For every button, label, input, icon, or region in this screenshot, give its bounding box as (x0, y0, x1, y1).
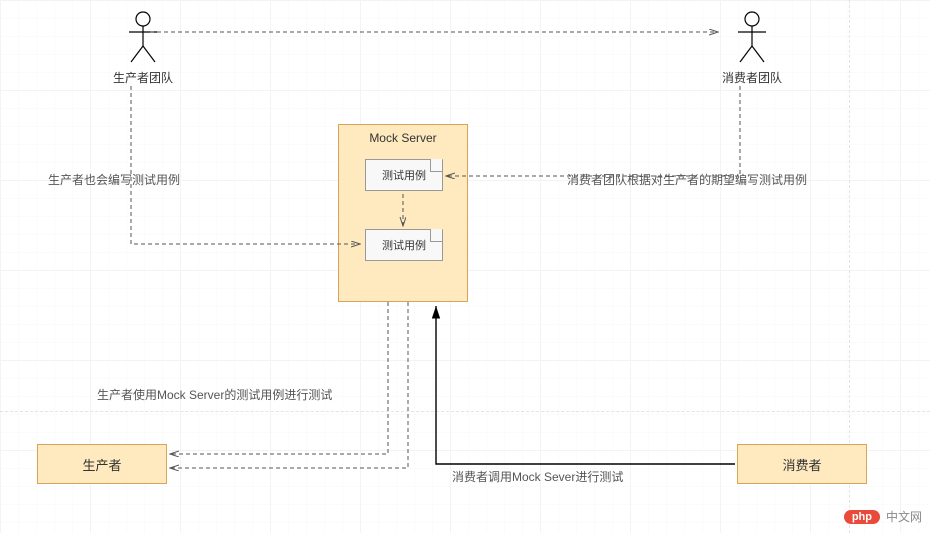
edge-mock-to-producer-1 (170, 302, 388, 454)
actor-consumer-team-label: 消费者团队 (722, 69, 782, 86)
mock-server-box: Mock Server 测试用例 测试用例 (338, 124, 468, 302)
edge-consumer-calls (436, 306, 735, 464)
edge-label-producer-writes: 生产者也会编写测试用例 (48, 171, 180, 188)
consumer-box: 消费者 (737, 444, 867, 484)
test-case-1: 测试用例 (365, 159, 443, 191)
edge-label-producer-tests: 生产者使用Mock Server的测试用例进行测试 (97, 386, 332, 403)
edge-consumer-writes (446, 86, 740, 176)
watermark-text: 中文网 (886, 508, 922, 525)
actor-producer-team: 生产者团队 (113, 10, 173, 86)
edge-label-consumer-calls: 消费者调用Mock Sever进行测试 (452, 468, 623, 485)
producer-label: 生产者 (82, 455, 121, 474)
actor-producer-team-label: 生产者团队 (113, 69, 173, 86)
test-case-2: 测试用例 (365, 229, 443, 261)
horizontal-guide (0, 411, 930, 412)
test-case-2-label: 测试用例 (382, 237, 426, 253)
edge-producer-writes (131, 86, 360, 244)
edge-label-consumer-writes: 消费者团队根据对生产者的期望编写测试用例 (567, 171, 807, 188)
test-case-1-label: 测试用例 (382, 167, 426, 183)
actor-icon (125, 10, 161, 65)
mock-server-title: Mock Server (339, 131, 467, 145)
actor-icon (734, 10, 770, 65)
watermark-badge: php (844, 510, 880, 524)
producer-box: 生产者 (37, 444, 167, 484)
edge-mock-to-producer-2 (170, 302, 408, 468)
consumer-label: 消费者 (782, 455, 821, 474)
watermark: php 中文网 (844, 508, 922, 525)
actor-consumer-team: 消费者团队 (722, 10, 782, 86)
